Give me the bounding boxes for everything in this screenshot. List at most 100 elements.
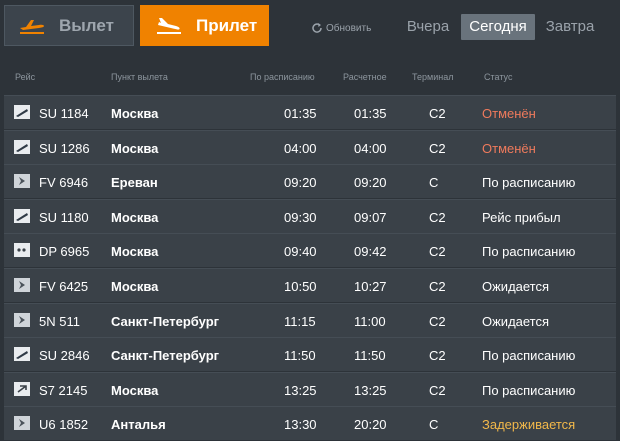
origin-city: Москва bbox=[111, 140, 159, 156]
column-header-scheduled: По расписанию bbox=[250, 72, 315, 82]
refresh-icon bbox=[312, 23, 322, 33]
flight-status: По расписанию bbox=[482, 175, 576, 191]
flight-number: SU 2846 bbox=[39, 348, 90, 364]
estimated-time: 09:20 bbox=[354, 175, 387, 191]
aeroflot-logo-icon bbox=[14, 208, 30, 223]
table-header: Рейс Пункт вылета По расписанию Расчетно… bbox=[0, 68, 620, 88]
flight-row[interactable]: DP 6965 Москва 09:40 09:42 C2 По расписанию bbox=[4, 233, 616, 268]
pobeda-logo-icon bbox=[14, 243, 30, 258]
flight-number: FV 6946 bbox=[39, 175, 89, 191]
flight-status: По расписанию bbox=[482, 244, 576, 260]
aeroflot-logo-icon bbox=[14, 347, 30, 362]
column-header-estimated: Расчетное bbox=[343, 72, 387, 82]
flight-row[interactable]: U6 1852 Анталья 13:30 20:20 C Задерживается bbox=[4, 406, 616, 441]
departures-tab-label: Вылет bbox=[59, 15, 114, 35]
arrival-plane-icon bbox=[157, 17, 181, 34]
estimated-time: 04:00 bbox=[354, 140, 387, 156]
estimated-time: 01:35 bbox=[354, 106, 387, 121]
flight-number: U6 1852 bbox=[39, 417, 89, 433]
terminal: C bbox=[429, 175, 439, 191]
terminal: C2 bbox=[429, 140, 446, 156]
estimated-time: 20:20 bbox=[354, 417, 387, 433]
flight-status: По расписанию bbox=[482, 382, 576, 398]
column-header-terminal: Терминал bbox=[412, 72, 454, 82]
terminal: C2 bbox=[429, 313, 446, 329]
aeroflot-logo-icon bbox=[14, 105, 30, 119]
terminal: C bbox=[429, 417, 439, 433]
flight-status: Отменён bbox=[482, 106, 536, 121]
origin-city: Санкт-Петербург bbox=[111, 348, 220, 364]
flight-status: Задерживается bbox=[482, 417, 576, 433]
flight-status: Ожидается bbox=[482, 313, 550, 329]
estimated-time: 09:42 bbox=[354, 244, 387, 260]
flight-row[interactable]: SU 1184 Москва 01:35 01:35 C2 Отменён bbox=[4, 95, 616, 129]
airline-logo-icon bbox=[14, 416, 30, 431]
refresh-label: Обновить bbox=[326, 22, 372, 34]
terminal: C2 bbox=[429, 106, 446, 121]
scheduled-time: 09:20 bbox=[284, 175, 317, 191]
s7-logo-icon bbox=[14, 381, 30, 396]
column-header-status: Статус bbox=[484, 72, 513, 82]
scheduled-time: 11:50 bbox=[284, 348, 316, 364]
terminal: C2 bbox=[429, 209, 446, 225]
origin-city: Москва bbox=[111, 209, 159, 225]
origin-city: Анталья bbox=[111, 417, 166, 433]
flight-row[interactable]: SU 1286 Москва 04:00 04:00 C2 Отменён bbox=[4, 129, 616, 164]
scheduled-time: 04:00 bbox=[284, 140, 317, 156]
flight-number: SU 1286 bbox=[39, 140, 90, 156]
estimated-time: 11:50 bbox=[354, 348, 386, 364]
departures-tab[interactable]: Вылет bbox=[4, 5, 134, 46]
flight-row[interactable]: 5N 511 Санкт-Петербург 11:15 11:00 C2 Ожидает… bbox=[4, 302, 616, 337]
flights-table: SU 1184 Москва 01:35 01:35 C2 Отменён SU 1286 М… bbox=[4, 95, 616, 441]
arrivals-tab[interactable]: Прилет bbox=[140, 5, 269, 46]
scheduled-time: 10:50 bbox=[284, 278, 317, 294]
terminal: C2 bbox=[429, 278, 446, 294]
estimated-time: 11:00 bbox=[354, 313, 386, 329]
flight-status: Рейс прибыл bbox=[482, 209, 561, 225]
flight-number: 5N 511 bbox=[39, 313, 80, 329]
day-today-tab[interactable]: Сегодня bbox=[461, 14, 535, 40]
terminal: C2 bbox=[429, 382, 446, 398]
flight-number: S7 2145 bbox=[39, 382, 88, 398]
aeroflot-logo-icon bbox=[14, 139, 30, 154]
flight-row[interactable]: FV 6946 Ереван 09:20 09:20 C По расписанию bbox=[4, 164, 616, 199]
origin-city: Москва bbox=[111, 382, 159, 398]
scheduled-time: 09:40 bbox=[284, 244, 317, 260]
flight-number: SU 1184 bbox=[39, 106, 89, 121]
flight-status: Отменён bbox=[482, 140, 536, 156]
flight-board-header: Вылет Прилет Обновить Вчера Сегодня Завт… bbox=[0, 0, 620, 60]
airline-logo-icon bbox=[14, 174, 30, 189]
refresh-button[interactable]: Обновить bbox=[311, 20, 371, 36]
flight-row[interactable]: S7 2145 Москва 13:25 13:25 C2 По расписанию bbox=[4, 371, 616, 406]
flight-status: Ожидается bbox=[482, 278, 550, 294]
origin-city: Москва bbox=[111, 106, 159, 121]
flight-status: По расписанию bbox=[482, 348, 576, 364]
flight-number: SU 1180 bbox=[39, 209, 89, 225]
scheduled-time: 13:30 bbox=[284, 417, 317, 433]
terminal: C2 bbox=[429, 348, 446, 364]
estimated-time: 09:07 bbox=[354, 209, 387, 225]
airline-logo-icon bbox=[14, 277, 30, 292]
day-tomorrow-tab[interactable]: Завтра bbox=[542, 14, 598, 40]
flight-number: DP 6965 bbox=[39, 244, 90, 260]
scheduled-time: 01:35 bbox=[284, 106, 317, 121]
estimated-time: 13:25 bbox=[354, 382, 387, 398]
origin-city: Ереван bbox=[111, 175, 158, 191]
flight-number: FV 6425 bbox=[39, 278, 89, 294]
day-yesterday-tab[interactable]: Вчера bbox=[404, 14, 452, 40]
column-header-flight: Рейс bbox=[15, 72, 36, 82]
origin-city: Санкт-Петербург bbox=[111, 313, 220, 329]
column-header-origin: Пункт вылета bbox=[111, 72, 168, 82]
arrivals-tab-label: Прилет bbox=[196, 15, 258, 35]
flight-row[interactable]: SU 1180 Москва 09:30 09:07 C2 Рейс прибыл bbox=[4, 198, 616, 233]
departure-plane-icon bbox=[20, 19, 44, 34]
terminal: C2 bbox=[429, 244, 446, 260]
flight-row[interactable]: FV 6425 Москва 10:50 10:27 C2 Ожидается bbox=[4, 267, 616, 302]
scheduled-time: 09:30 bbox=[284, 209, 317, 225]
scheduled-time: 13:25 bbox=[284, 382, 317, 398]
scheduled-time: 11:15 bbox=[284, 313, 316, 329]
flight-row[interactable]: SU 2846 Санкт-Петербург 11:50 11:50 C2 По рас… bbox=[4, 337, 616, 372]
origin-city: Москва bbox=[111, 244, 159, 260]
origin-city: Москва bbox=[111, 278, 159, 294]
airline-logo-icon bbox=[14, 312, 30, 327]
